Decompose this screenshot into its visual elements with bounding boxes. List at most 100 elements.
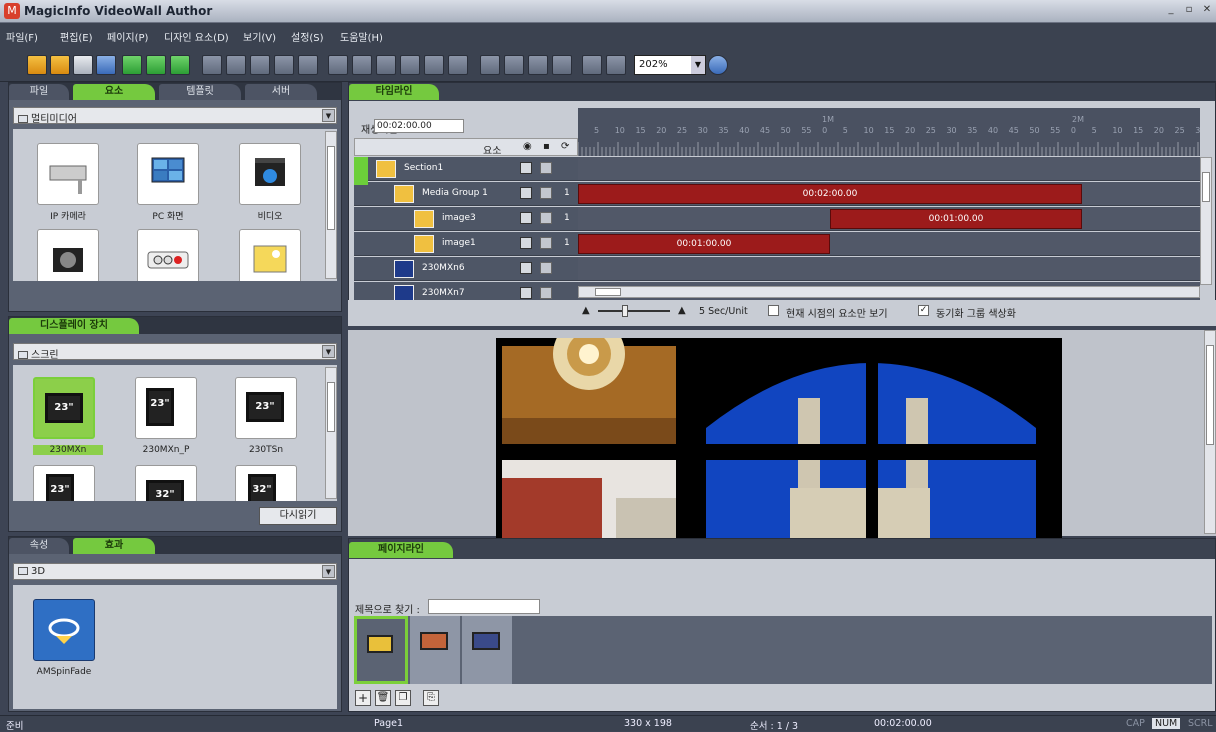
tab-server[interactable]: 서버 (245, 84, 317, 100)
preview-icon[interactable] (170, 55, 190, 75)
scroll-thumb[interactable] (1202, 172, 1210, 202)
group-icon[interactable] (582, 55, 602, 75)
cut-icon[interactable] (250, 55, 270, 75)
reload-button[interactable]: 다시읽기 (259, 507, 337, 525)
restore-icon[interactable]: ▫ (1182, 3, 1196, 17)
lock-toggle[interactable] (540, 162, 552, 174)
align-right-icon[interactable] (376, 55, 396, 75)
timeline-bar[interactable]: 00:01:00.00 (578, 234, 830, 254)
add-page-icon[interactable]: + (355, 690, 371, 706)
open-icon[interactable] (50, 55, 70, 75)
publish-icon[interactable] (96, 55, 116, 75)
display-item[interactable]: 23" (33, 465, 95, 501)
elements-scrollbar[interactable] (325, 131, 337, 279)
video-icon[interactable] (239, 143, 301, 205)
page-thumb-2[interactable] (410, 616, 460, 684)
align-left-icon[interactable] (328, 55, 348, 75)
timeline-zoom-slider[interactable] (598, 310, 670, 312)
close-icon[interactable]: ✕ (1200, 3, 1214, 17)
page-search-input[interactable] (428, 599, 540, 614)
videowall-canvas[interactable] (496, 338, 1062, 538)
undo-icon[interactable] (202, 55, 222, 75)
slider-handle[interactable] (622, 305, 628, 317)
copy-page-icon[interactable]: ❐ (395, 690, 411, 706)
send-backward-icon[interactable] (528, 55, 548, 75)
bring-forward-icon[interactable] (504, 55, 524, 75)
visibility-toggle[interactable] (520, 162, 532, 174)
canvas-vscroll[interactable] (1204, 330, 1216, 534)
av-input-icon[interactable] (137, 229, 199, 281)
align-bottom-icon[interactable] (448, 55, 468, 75)
visibility-toggle[interactable] (520, 237, 532, 249)
scroll-thumb[interactable] (327, 382, 335, 432)
ungroup-icon[interactable] (606, 55, 626, 75)
bring-front-icon[interactable] (480, 55, 500, 75)
display-item[interactable]: 23" (235, 377, 297, 439)
align-center-icon[interactable] (352, 55, 372, 75)
timeline-row[interactable]: 230MXn6 (354, 257, 578, 281)
delete-page-icon[interactable]: 🗑 (375, 690, 391, 706)
timeline-hscroll[interactable] (578, 286, 1200, 298)
display-category-select[interactable]: 스크린 ▼ (13, 343, 337, 361)
redo-icon[interactable] (226, 55, 246, 75)
menu-page[interactable]: 페이지(P) (107, 29, 148, 44)
tab-properties[interactable]: 속성 (9, 538, 69, 554)
timeline-bar[interactable]: 00:01:00.00 (830, 209, 1082, 229)
align-middle-icon[interactable] (424, 55, 444, 75)
timeline-row[interactable]: Section1 (354, 157, 578, 181)
playtime-input[interactable]: 00:02:00.00 (374, 119, 464, 133)
tab-timeline[interactable]: 타임라인 (349, 84, 439, 100)
zoom-select[interactable]: 202% ▼ (634, 55, 706, 75)
display-item[interactable]: 23" (135, 377, 197, 439)
tab-templates[interactable]: 템플릿 (159, 84, 241, 100)
new-icon[interactable] (27, 55, 47, 75)
lock-toggle[interactable] (540, 212, 552, 224)
display-item[interactable]: 32" (135, 465, 197, 501)
chevron-down-icon[interactable]: ▼ (322, 345, 335, 358)
tab-elements[interactable]: 요소 (73, 84, 155, 100)
copy-icon[interactable] (274, 55, 294, 75)
save-icon[interactable] (73, 55, 93, 75)
timeline-bar[interactable]: 00:02:00.00 (578, 184, 1082, 204)
visibility-toggle[interactable] (520, 187, 532, 199)
lock-toggle[interactable] (540, 237, 552, 249)
play-icon[interactable] (122, 55, 142, 75)
current-only-checkbox[interactable] (768, 305, 779, 316)
element-category-select[interactable]: 멀티미디어 ▼ (13, 107, 337, 125)
minimize-icon[interactable]: _ (1164, 3, 1178, 17)
menu-view[interactable]: 보기(V) (243, 29, 276, 44)
chevron-down-icon[interactable]: ▼ (322, 109, 335, 122)
ip-camera-icon[interactable] (37, 143, 99, 205)
lock-toggle[interactable] (540, 187, 552, 199)
effect-category-select[interactable]: 3D ▼ (13, 563, 337, 580)
lock-toggle[interactable] (540, 287, 552, 299)
chevron-down-icon[interactable]: ▼ (691, 56, 705, 74)
film-icon[interactable] (37, 229, 99, 281)
timeline-row[interactable]: image3 1 (354, 207, 578, 231)
play-from-icon[interactable] (146, 55, 166, 75)
chevron-down-icon[interactable]: ▼ (322, 565, 335, 578)
paste-page-icon[interactable]: ⎘ (423, 690, 439, 706)
timeline-row[interactable]: image1 1 (354, 232, 578, 256)
menu-edit[interactable]: 편집(E) (60, 29, 93, 44)
info-icon[interactable] (708, 55, 728, 75)
visibility-toggle[interactable] (520, 212, 532, 224)
scroll-thumb[interactable] (595, 288, 621, 296)
menu-settings[interactable]: 설정(S) (291, 29, 324, 44)
page-thumb-3[interactable] (462, 616, 512, 684)
timeline-track[interactable] (578, 257, 1200, 281)
tab-pageline[interactable]: 페이지라인 (349, 542, 453, 558)
scroll-thumb[interactable] (327, 146, 335, 230)
visibility-toggle[interactable] (520, 287, 532, 299)
spin-fade-icon[interactable] (33, 599, 95, 661)
align-top-icon[interactable] (400, 55, 420, 75)
timeline-vscroll[interactable] (1200, 157, 1212, 285)
pc-screen-icon[interactable] (137, 143, 199, 205)
timeline-row[interactable]: Media Group 1 1 (354, 182, 578, 206)
visibility-toggle[interactable] (520, 262, 532, 274)
display-scrollbar[interactable] (325, 367, 337, 499)
tab-effects[interactable]: 효과 (73, 538, 155, 554)
display-item-selected[interactable]: 23" (33, 377, 95, 439)
zoom-out-icon[interactable]: ▲ (582, 305, 590, 316)
menu-design-element[interactable]: 디자인 요소(D) (164, 29, 229, 44)
